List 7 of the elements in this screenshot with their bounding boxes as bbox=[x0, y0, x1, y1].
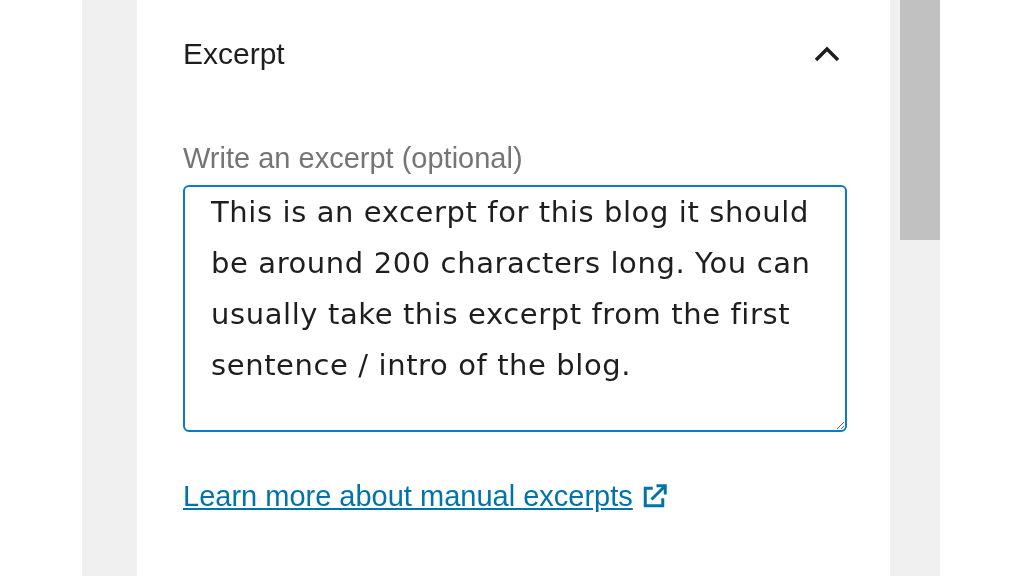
scrollbar[interactable] bbox=[900, 0, 940, 576]
excerpt-field[interactable]: This is an excerpt for this blog it should be around 200 characters long. You can usually take this excerpt from the first sentence / intro of the blog. bbox=[183, 185, 847, 432]
scrollbar-thumb[interactable] bbox=[900, 0, 940, 240]
learn-more-link[interactable]: Learn more about manual excerpts bbox=[183, 480, 847, 513]
panel-title: Excerpt bbox=[183, 37, 285, 71]
field-label: Write an excerpt (optional) bbox=[183, 142, 524, 175]
chevron-icon bbox=[813, 45, 841, 63]
